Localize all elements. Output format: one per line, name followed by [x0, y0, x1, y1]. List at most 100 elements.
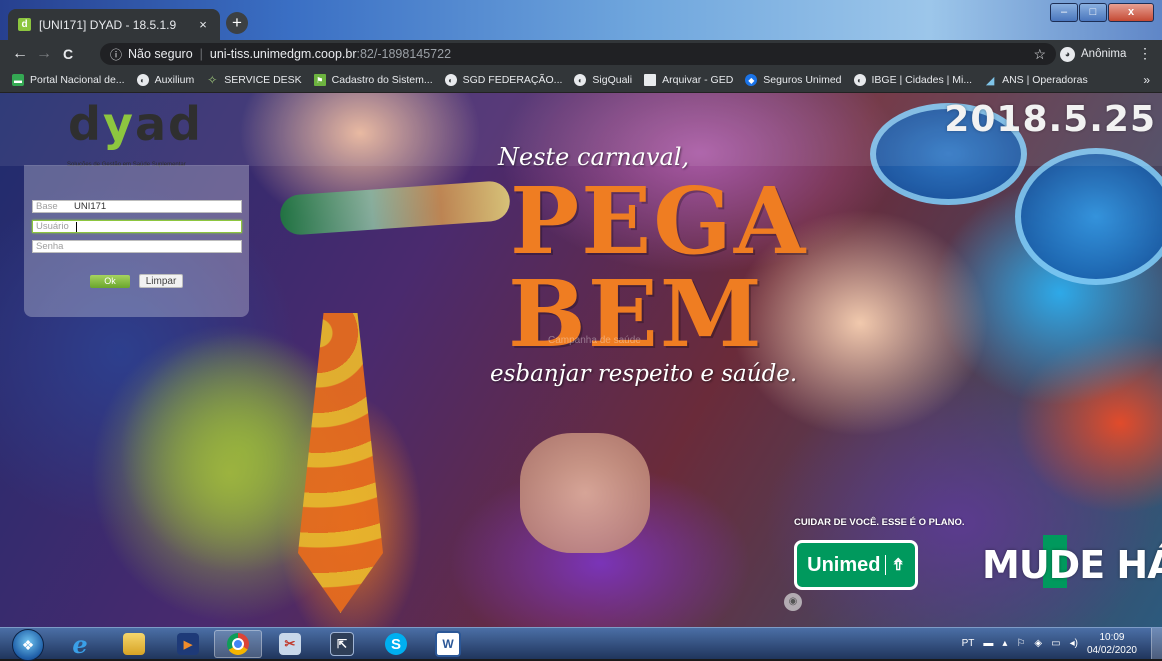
browser-tab[interactable]: d [UNI171] DYAD - 18.5.1.9 × [8, 9, 220, 40]
globe-icon: ◐ [444, 74, 457, 86]
taskbar-app-snipping-tool[interactable]: ✂ [266, 630, 314, 658]
taskbar-app-media-player[interactable]: ▶ [164, 630, 212, 658]
maximize-button[interactable]: □ [1079, 3, 1107, 22]
base-field[interactable]: Base UNI171 [32, 200, 242, 213]
site-info-icon[interactable]: ⓘ [110, 46, 122, 63]
network-icon[interactable]: ◈ [1034, 638, 1042, 649]
bookmarks-overflow-icon[interactable]: » [1143, 73, 1150, 87]
bookmark-item[interactable]: Arquivar - GED [644, 74, 733, 86]
incognito-indicator[interactable]: ◕ Anônima [1060, 44, 1126, 64]
campaign-headline-bem: BEM [508, 260, 764, 368]
unimed-wordmark: Unimed [807, 553, 881, 576]
word-icon: W [435, 631, 461, 657]
bookmark-label: SigQuali [592, 74, 633, 86]
taskbar-app-word[interactable]: W [424, 630, 472, 658]
taskbar-app-remote-desktop[interactable]: ⇱ [318, 630, 366, 658]
bookmark-item[interactable]: ✧ SERVICE DESK [206, 73, 302, 87]
username-field[interactable]: Usuário [32, 220, 242, 233]
servicedesk-icon: ✧ [207, 73, 218, 87]
ans-icon: ◢ [985, 74, 995, 87]
bookmark-star-icon[interactable]: ☆ [1033, 46, 1046, 63]
bookmark-item[interactable]: ◐ SigQuali [574, 74, 632, 86]
chrome-icon [227, 633, 249, 655]
bookmark-item[interactable]: ◐ SGD FEDERAÇÃO... [444, 74, 563, 86]
action-center-icon[interactable]: ▭ [1051, 638, 1060, 649]
autoscroll-icon[interactable]: ◉ [784, 593, 802, 611]
taskbar-app-internet-explorer[interactable]: e [56, 629, 104, 659]
forward-button[interactable]: → [32, 45, 56, 63]
bookmark-item[interactable]: ◐ Auxilium [136, 74, 194, 86]
url-path: :82/-1898145722 [356, 47, 452, 61]
show-hidden-icons[interactable]: ▴ [1002, 638, 1007, 649]
new-tab-button[interactable]: + [226, 12, 248, 34]
address-bar[interactable]: ⓘ Não seguro | uni-tiss.unimedgm.coop.br… [100, 43, 1056, 65]
document-icon [644, 74, 657, 86]
window-controls: – □ x [1050, 3, 1154, 22]
party-blower [278, 180, 512, 236]
password-field[interactable]: Senha [32, 240, 242, 253]
globe-icon: ◐ [853, 74, 866, 86]
minimize-button[interactable]: – [1050, 3, 1078, 22]
language-indicator[interactable]: PT [962, 638, 975, 649]
windows-taskbar: ❖ PT ▬ ▴ ⚐ ◈ ▭ ◂) 10:09 04/02/2020 e ▶ ✂ ⇱ S… [0, 627, 1162, 661]
clock-time: 10:09 [1099, 631, 1125, 643]
login-page-background: 2018.5.25 dyad Soluções de Gestão em Saú… [0, 93, 1162, 627]
tab-title: [UNI171] DYAD - 18.5.1.9 [39, 17, 177, 32]
unimed-symbol-icon: ⇮ [891, 557, 905, 574]
keyboard-icon[interactable]: ▬ [983, 638, 993, 649]
browser-toolbar: ← → C ⓘ Não seguro | uni-tiss.unimedgm.c… [0, 40, 1162, 68]
bookmark-label: ANS | Operadoras [1002, 74, 1088, 86]
bookmark-item[interactable]: ⚑ Cadastro do Sistem... [313, 74, 433, 86]
url-host: uni-tiss.unimedgm.coop.br [209, 47, 357, 61]
media-player-icon: ▶ [177, 633, 199, 655]
incognito-label: Anônima [1081, 48, 1127, 60]
bookmark-item[interactable]: ◆ Seguros Unimed [745, 74, 842, 86]
monitor-icon: ▬ [12, 74, 24, 86]
browser-tab-strip: d [UNI171] DYAD - 18.5.1.9 × + – □ x [0, 0, 1162, 40]
reload-button[interactable]: C [56, 46, 80, 62]
bookmark-label: Arquivar - GED [662, 74, 734, 86]
bookmark-label: SGD FEDERAÇÃO... [462, 74, 563, 86]
browser-menu-icon[interactable]: ⋮ [1138, 45, 1152, 62]
bookmark-label: SERVICE DESK [224, 74, 302, 86]
blue-sunglasses-right-lens [1015, 148, 1162, 285]
unimed-icon: ◆ [745, 74, 758, 86]
start-button[interactable]: ❖ [12, 629, 44, 661]
clock[interactable]: 10:09 04/02/2020 [1087, 631, 1137, 657]
text-cursor [76, 221, 77, 232]
close-window-button[interactable]: x [1108, 3, 1154, 22]
show-desktop-button[interactable] [1151, 628, 1162, 659]
bookmark-label: Cadastro do Sistem... [331, 74, 433, 86]
address-separator: | [199, 47, 203, 61]
tab-close-icon[interactable]: × [196, 17, 210, 32]
snipping-tool-icon: ✂ [279, 633, 301, 655]
base-value: UNI171 [74, 201, 107, 212]
unimed-logo: Unimed ⇮ [794, 540, 918, 590]
version-label: 2018.5.25 [944, 99, 1156, 140]
campaign-tagline: CUIDAR DE VOCÊ. ESSE É O PLANO. [794, 517, 965, 528]
clear-button[interactable]: Limpar [139, 274, 183, 288]
internet-explorer-icon: e [72, 629, 88, 659]
taskbar-app-file-explorer[interactable] [110, 630, 158, 658]
base-label: Base [36, 201, 58, 212]
bookmark-item[interactable]: ◐ IBGE | Cidades | Mi... [853, 74, 972, 86]
ok-button[interactable]: Ok [90, 275, 130, 288]
dyad-logo: dyad Soluções de Gestão em Saúde Supleme… [10, 97, 245, 172]
taskbar-app-chrome[interactable] [214, 630, 262, 658]
globe-icon: ◐ [574, 74, 587, 86]
security-status[interactable]: Não seguro [128, 47, 193, 61]
volume-icon[interactable]: ◂) [1070, 638, 1078, 649]
back-button[interactable]: ← [8, 45, 32, 63]
mude-habito-logo: MUDE HÁBI [982, 543, 1162, 587]
campaign-line-3: esbanjar respeito e saúde. [490, 361, 798, 387]
dyad-favicon-icon: d [18, 18, 31, 31]
bookmark-item[interactable]: ▬ Portal Nacional de... [12, 74, 125, 86]
taskbar-app-skype[interactable]: S [372, 630, 420, 658]
bookmark-item[interactable]: ◢ ANS | Operadoras [984, 74, 1088, 87]
flag-icon[interactable]: ⚐ [1016, 638, 1025, 649]
bookmark-label: Seguros Unimed [763, 74, 842, 86]
flag-icon: ⚑ [313, 74, 326, 86]
system-tray: PT ▬ ▴ ⚐ ◈ ▭ ◂) 10:09 04/02/2020 [962, 628, 1162, 659]
faint-overlay-text: Campanha de saúde [548, 335, 641, 346]
globe-icon: ◐ [136, 74, 149, 86]
